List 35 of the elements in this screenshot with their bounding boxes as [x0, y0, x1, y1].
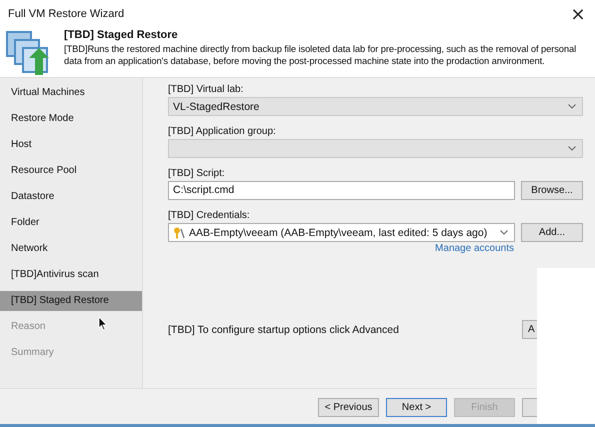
advanced-button[interactable]: A [522, 320, 537, 339]
page-title: [TBD] Staged Restore [64, 29, 179, 41]
chevron-down-icon [568, 146, 576, 151]
wizard-button[interactable] [522, 398, 537, 416]
browse-button[interactable]: Browse... [521, 181, 583, 200]
credentials-dropdown[interactable]: AAB-Empty\veeam (AAB-Empty\veeam, last edited: 5 days ago) [168, 223, 515, 242]
wizard-button[interactable]: < Previous [318, 398, 379, 416]
page-description: [TBD]Runs the restored machine directly from backup file isoleted data lab for pre-processing, such as the removal of personal data from an application's database, before moving the post-processed machine state into the prodaction anvironment. [64, 43, 578, 67]
wizard-button[interactable]: Next > [386, 398, 447, 416]
field-label: [TBD] Credentials: [168, 210, 251, 221]
step-item[interactable]: Virtual Machines [0, 83, 142, 103]
window-title: Full VM Restore Wizard [8, 8, 124, 20]
step-item[interactable]: Restore Mode [0, 109, 142, 129]
step-item[interactable]: [TBD]Antivirus scan [0, 265, 142, 285]
field-label: [TBD] Script: [168, 168, 226, 179]
mouse-cursor-icon [98, 316, 108, 331]
chevron-down-icon [568, 104, 576, 109]
step-item[interactable]: [TBD] Staged Restore [0, 291, 142, 311]
step-item[interactable]: Resource Pool [0, 161, 142, 181]
add-button[interactable]: Add... [521, 223, 583, 242]
dropdown[interactable]: VL-StagedRestore [168, 97, 583, 116]
field-label: [TBD] Application group: [168, 126, 277, 137]
step-item[interactable]: Datastore [0, 187, 142, 207]
field-label: [TBD] Virtual lab: [168, 84, 244, 95]
step-item[interactable]: Folder [0, 213, 142, 233]
step-item[interactable]: Network [0, 239, 142, 259]
chevron-down-icon [500, 230, 508, 235]
script-field[interactable]: C:\script.cmd [168, 181, 515, 200]
step-item[interactable]: Host [0, 135, 142, 155]
advanced-hint: [TBD] To configure startup options click Advanced [168, 324, 399, 336]
manage-accounts-link[interactable]: Manage accounts [435, 243, 514, 254]
close-button[interactable]: × [561, 0, 595, 28]
key-icon [173, 226, 185, 238]
restore-icon [6, 30, 52, 76]
dropdown[interactable] [168, 139, 583, 158]
